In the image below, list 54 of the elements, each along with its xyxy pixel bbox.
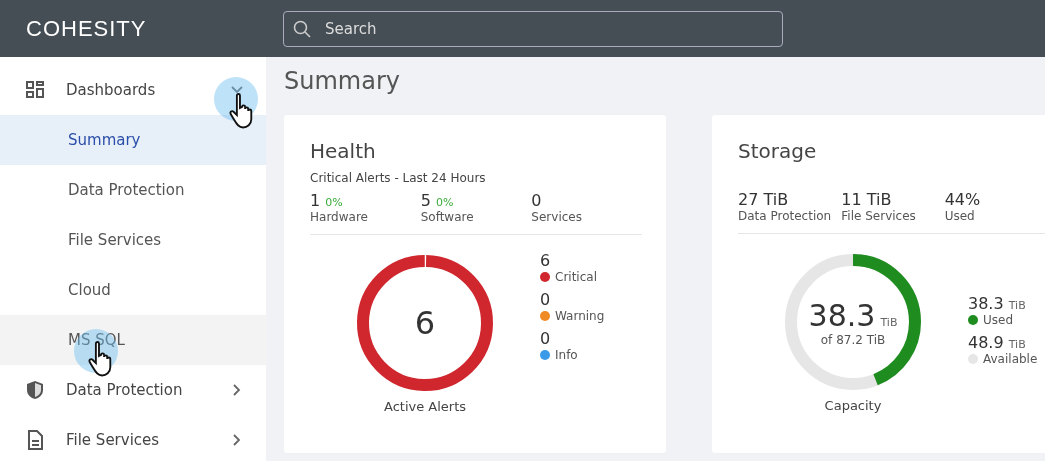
nav-item[interactable]: Dashboards: [0, 65, 266, 115]
legend-count: 0: [540, 290, 552, 309]
legend-label: Available: [983, 352, 1038, 366]
legend-count: 0: [540, 329, 552, 348]
nav-label: Dashboards: [66, 81, 157, 99]
stat-label: Software: [420, 210, 475, 224]
donut-subtext: of 87.2 TiB: [820, 332, 886, 347]
legend-count: 6: [540, 251, 552, 270]
document-icon: [25, 430, 45, 450]
card-title: Storage: [738, 139, 818, 163]
stat-change: 0%: [435, 196, 454, 209]
nav-subitem[interactable]: Cloud: [0, 265, 266, 315]
search-icon: [293, 19, 311, 38]
donut-label: Active Alerts: [383, 399, 467, 414]
legend-value: 38.3: [968, 294, 1004, 313]
page-title: Summary: [284, 67, 401, 95]
nav-label: Data Protection: [66, 381, 184, 399]
logo: COHESITY: [25, 15, 148, 42]
legend-unit: TiB: [1008, 299, 1026, 312]
stat-change: 0%: [325, 196, 343, 209]
nav-subitem[interactable]: MS SQL: [0, 315, 266, 365]
stat-value: 5: [420, 191, 431, 210]
nav-label: File Services: [66, 431, 161, 449]
legend-value: 48.9: [968, 333, 1004, 352]
legend-label: Critical: [555, 270, 597, 284]
card-title: Health: [310, 139, 377, 163]
nav-item[interactable]: File Services: [0, 415, 266, 461]
grid-icon: [25, 80, 45, 100]
search-field[interactable]: Search: [283, 10, 783, 47]
stat-value: 1: [310, 191, 321, 210]
stat-label: Hardware: [310, 210, 369, 224]
donut-value: 38.3: [808, 297, 876, 333]
stat-label: Used: [944, 209, 976, 223]
nav-subitem[interactable]: Summary: [0, 115, 266, 165]
stat-value: 27 TiB: [738, 190, 789, 209]
donut-unit: TiB: [880, 315, 898, 329]
legend-label: Info: [555, 348, 578, 362]
card-subtitle: Critical Alerts - Last 24 Hours: [310, 171, 487, 185]
legend-label: Warning: [555, 309, 605, 323]
stat-label: Services: [531, 210, 583, 224]
stat-value: 11 TiB: [841, 190, 892, 209]
nav-item[interactable]: Data Protection: [0, 365, 266, 415]
stat-value: 0: [531, 191, 542, 210]
shield-icon: [25, 380, 45, 400]
stat-value: 44%: [944, 190, 981, 209]
donut-value: 6: [414, 304, 436, 342]
stat-label: Data Protection: [738, 209, 833, 223]
nav-subitem[interactable]: File Services: [0, 215, 266, 265]
donut-label: Capacity: [824, 398, 882, 413]
stat-label: File Services: [841, 209, 917, 223]
legend-unit: TiB: [1008, 338, 1026, 351]
legend-label: Used: [983, 313, 1014, 327]
hand-cursor-icon: [229, 93, 253, 129]
nav-subitem[interactable]: Data Protection: [0, 165, 266, 215]
